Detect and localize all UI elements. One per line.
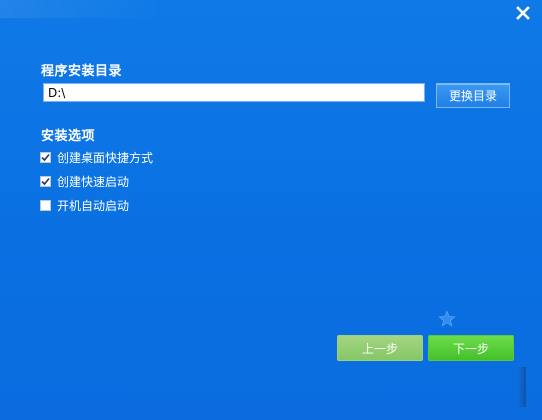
checkmark-icon <box>41 177 50 185</box>
option-label: 创建桌面快捷方式 <box>57 150 154 165</box>
option-label: 创建快速启动 <box>57 174 130 189</box>
checkbox-auto-start[interactable] <box>40 199 51 211</box>
checkmark-icon <box>41 153 50 161</box>
titlebar-glow <box>0 0 160 18</box>
option-quick-launch[interactable]: 创建快速启动 <box>40 173 129 189</box>
previous-step-button[interactable]: 上一步 <box>337 335 423 361</box>
install-dir-title: 程序安装目录 <box>41 64 123 79</box>
option-auto-start[interactable]: 开机自动启动 <box>40 197 129 213</box>
option-label: 开机自动启动 <box>57 198 130 213</box>
checkbox-desktop-shortcut[interactable] <box>40 151 51 163</box>
option-desktop-shortcut[interactable]: 创建桌面快捷方式 <box>40 149 153 165</box>
install-options-title: 安装选项 <box>41 129 96 144</box>
window-edge-shadow <box>518 367 526 407</box>
star-icon <box>438 310 456 327</box>
installer-window: 程序安装目录 更换目录 安装选项 创建桌面快捷方式 创建快速启动 开机自动启动 … <box>0 0 542 420</box>
install-path-input[interactable] <box>43 83 425 102</box>
next-step-button[interactable]: 下一步 <box>428 335 514 361</box>
checkbox-quick-launch[interactable] <box>40 175 51 187</box>
close-icon <box>516 6 530 20</box>
change-directory-button[interactable]: 更换目录 <box>436 83 510 108</box>
close-button[interactable] <box>510 2 536 24</box>
